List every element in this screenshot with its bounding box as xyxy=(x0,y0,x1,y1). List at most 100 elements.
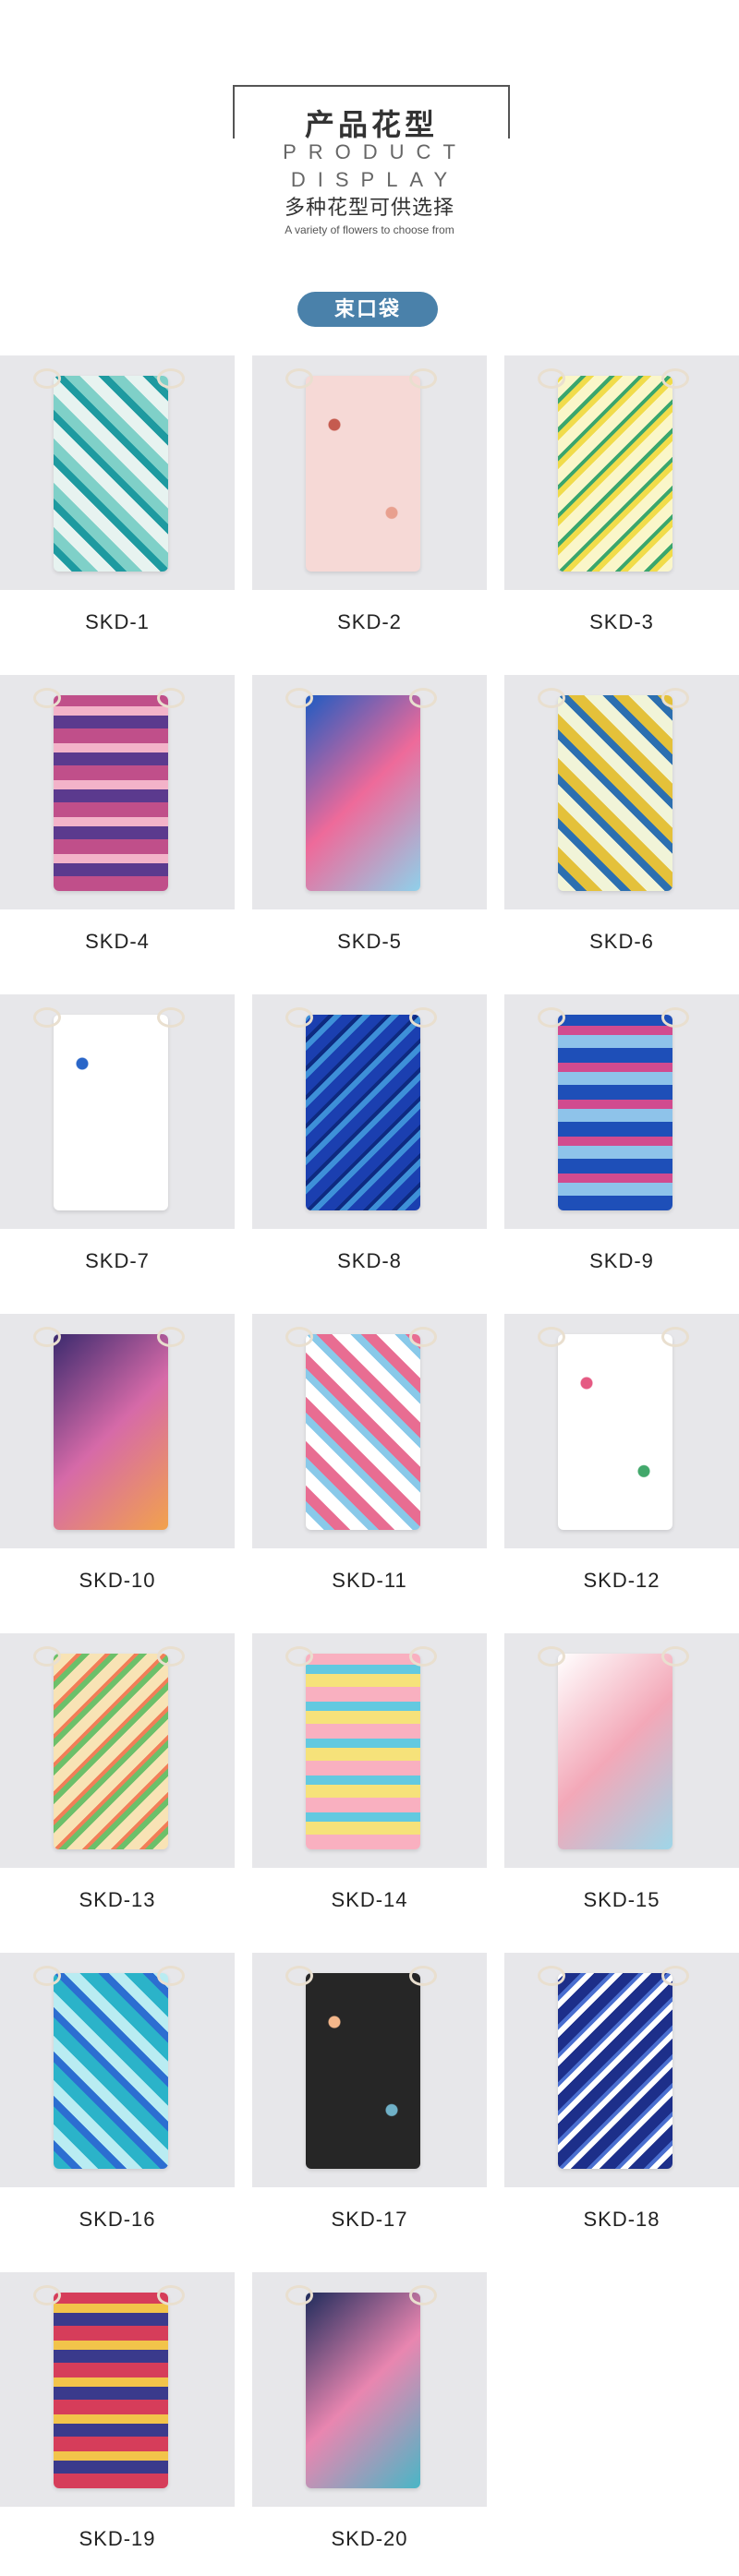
product-card[interactable]: SKD-19 xyxy=(0,2272,235,2551)
drawstring-left xyxy=(538,368,565,389)
product-code: SKD-7 xyxy=(85,1249,150,1272)
product-image xyxy=(0,1633,235,1868)
drawstring-left xyxy=(285,1646,313,1667)
drawstring-right xyxy=(409,1646,437,1667)
product-image xyxy=(252,1953,487,2187)
product-image xyxy=(504,675,739,909)
drawstring-right xyxy=(157,368,185,389)
product-card[interactable]: SKD-6 xyxy=(504,675,739,954)
product-code: SKD-2 xyxy=(337,610,402,633)
pouch-pineapples-yellow xyxy=(558,376,672,572)
product-code: SKD-4 xyxy=(85,930,150,953)
drawstring-left xyxy=(285,1327,313,1347)
product-card[interactable]: SKD-9 xyxy=(504,994,739,1273)
product-image xyxy=(252,355,487,590)
drawstring-right xyxy=(661,1646,689,1667)
product-card[interactable]: SKD-1 xyxy=(0,355,235,634)
product-card[interactable]: SKD-11 xyxy=(252,1314,487,1593)
product-card[interactable]: SKD-7 xyxy=(0,994,235,1273)
product-image xyxy=(504,1633,739,1868)
pouch-watermelon-slices xyxy=(306,1334,420,1530)
drawstring-right xyxy=(409,688,437,708)
pouch-mandala-blue xyxy=(558,1015,672,1210)
product-code: SKD-18 xyxy=(583,2208,660,2231)
pouch-blue-stripes xyxy=(54,1015,168,1210)
product-code: SKD-8 xyxy=(337,1249,402,1272)
drawstring-right xyxy=(157,2285,185,2305)
product-card[interactable]: SKD-17 xyxy=(252,1953,487,2232)
pouch-diamond-mosaic-purple xyxy=(54,695,168,891)
drawstring-left xyxy=(33,1646,61,1667)
drawstring-left xyxy=(285,688,313,708)
product-card[interactable]: SKD-8 xyxy=(252,994,487,1273)
drawstring-left xyxy=(538,1966,565,1986)
product-code: SKD-6 xyxy=(589,930,654,953)
product-card[interactable]: SKD-4 xyxy=(0,675,235,954)
product-card[interactable]: SKD-3 xyxy=(504,355,739,634)
product-image xyxy=(0,675,235,909)
product-image xyxy=(0,2272,235,2507)
drawstring-left xyxy=(33,1007,61,1028)
page-title-en: PRODUCT DISPLAY xyxy=(211,138,539,194)
pouch-fruit-mix xyxy=(54,1654,168,1849)
product-image xyxy=(252,1633,487,1868)
product-code: SKD-17 xyxy=(331,2208,408,2231)
drawstring-left xyxy=(33,1966,61,1986)
product-code: SKD-16 xyxy=(79,2208,156,2231)
product-card[interactable]: SKD-5 xyxy=(252,675,487,954)
product-card[interactable]: SKD-18 xyxy=(504,1953,739,2232)
product-card[interactable]: SKD-14 xyxy=(252,1633,487,1912)
drawstring-right xyxy=(157,1327,185,1347)
pouch-parrots-pastel xyxy=(558,695,672,891)
drawstring-left xyxy=(33,368,61,389)
pouch-bird-of-paradise-dark xyxy=(306,1973,420,2169)
drawstring-right xyxy=(661,368,689,389)
product-image xyxy=(504,355,739,590)
product-card[interactable]: SKD-20 xyxy=(252,2272,487,2551)
drawstring-right xyxy=(157,688,185,708)
product-code: SKD-12 xyxy=(583,1569,660,1592)
product-card[interactable]: SKD-12 xyxy=(504,1314,739,1593)
pouch-azulejo-tiles xyxy=(558,1973,672,2169)
pouch-tie-dye-blue xyxy=(306,1015,420,1210)
page-header: 产品花型 PRODUCT DISPLAY 多种花型可供选择 A variety … xyxy=(0,0,739,295)
product-image xyxy=(504,1953,739,2187)
drawstring-right xyxy=(157,1646,185,1667)
drawstring-right xyxy=(409,1327,437,1347)
drawstring-left xyxy=(538,1646,565,1667)
drawstring-right xyxy=(409,1007,437,1028)
product-card[interactable]: SKD-2 xyxy=(252,355,487,634)
subtitle: 多种花型可供选择 xyxy=(284,196,454,219)
drawstring-left xyxy=(33,1327,61,1347)
subtitle-en: A variety of flowers to choose from xyxy=(285,223,454,236)
product-image xyxy=(252,994,487,1229)
drawstring-left xyxy=(33,688,61,708)
product-image xyxy=(0,355,235,590)
drawstring-left xyxy=(285,2285,313,2305)
pouch-pastel-waves xyxy=(558,1654,672,1849)
pouch-summer-time-sunset xyxy=(54,1334,168,1530)
product-image xyxy=(504,994,739,1229)
product-image xyxy=(0,994,235,1229)
product-code: SKD-9 xyxy=(589,1249,654,1272)
drawstring-left xyxy=(285,1007,313,1028)
drawstring-right xyxy=(661,688,689,708)
product-image xyxy=(0,1314,235,1548)
pouch-pineapple-gradient xyxy=(306,1654,420,1849)
product-code: SKD-19 xyxy=(79,2527,156,2550)
product-card[interactable]: SKD-10 xyxy=(0,1314,235,1593)
drawstring-left xyxy=(538,1007,565,1028)
pouch-watermelon-stripes xyxy=(558,1334,672,1530)
drawstring-left xyxy=(285,368,313,389)
drawstring-left xyxy=(538,688,565,708)
product-image xyxy=(252,675,487,909)
product-code: SKD-10 xyxy=(79,1569,156,1592)
product-card[interactable]: SKD-16 xyxy=(0,1953,235,2232)
pouch-banana-leaves-navy xyxy=(306,2293,420,2488)
drawstring-right xyxy=(157,1966,185,1986)
product-code: SKD-11 xyxy=(332,1569,407,1592)
product-code: SKD-3 xyxy=(589,610,654,633)
product-code: SKD-20 xyxy=(331,2527,408,2550)
product-card[interactable]: SKD-13 xyxy=(0,1633,235,1912)
product-card[interactable]: SKD-15 xyxy=(504,1633,739,1912)
